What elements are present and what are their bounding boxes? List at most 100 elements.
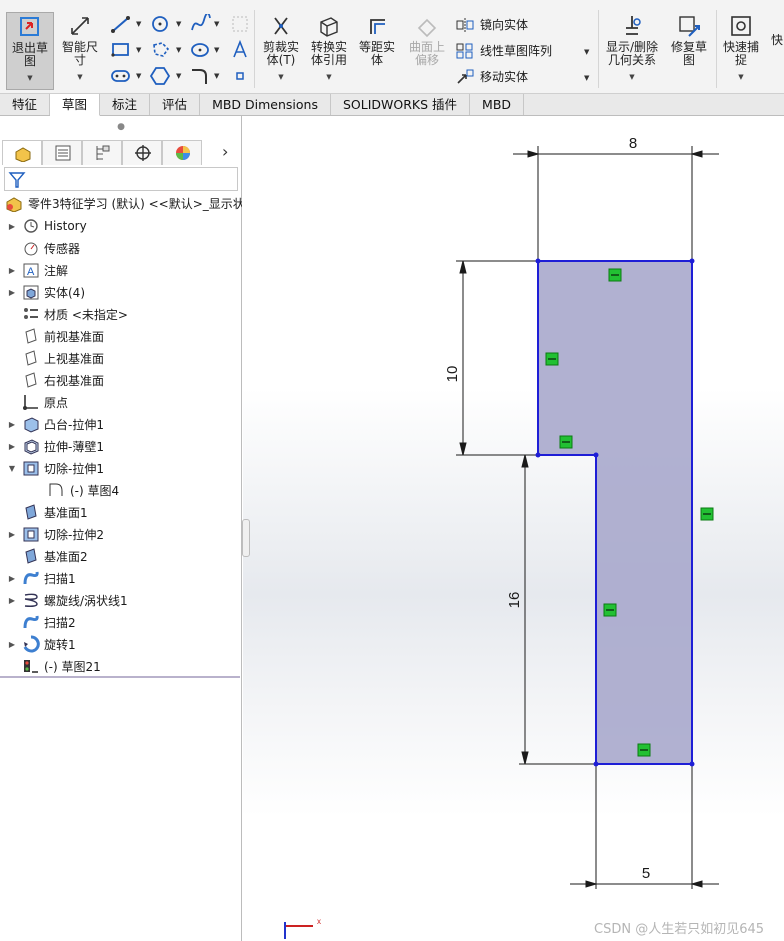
repair-sketch-button[interactable]: 修复草 图	[666, 14, 712, 67]
smart-dimension-dropdown[interactable]: ▼	[77, 71, 82, 84]
tab-solidworks-addins[interactable]: SOLIDWORKS 插件	[331, 94, 471, 115]
panel-grip[interactable]: ●	[0, 116, 242, 136]
point-tool-icon[interactable]	[230, 66, 252, 86]
quick-snaps-button[interactable]: 快速捕 捉 ▼	[718, 14, 764, 84]
expand-arrow-icon[interactable]: ▶	[6, 442, 18, 451]
tree-item[interactable]: ▶ 凸台-拉伸1	[0, 413, 242, 435]
tab-features[interactable]: 特征	[0, 94, 51, 115]
circle-tool-icon[interactable]	[150, 14, 172, 34]
rectangle-tool-icon[interactable]	[110, 40, 132, 60]
tree-item[interactable]: ▶ 扫描1	[0, 567, 242, 589]
expand-arrow-icon[interactable]: ▶	[6, 288, 18, 297]
part-root-node[interactable]: 零件3特征学习 (默认) <<默认>_显示状态	[4, 194, 242, 212]
dim-top-width[interactable]: 8	[629, 135, 637, 152]
linear-pattern-dropdown[interactable]: ▼	[584, 48, 589, 56]
tree-item[interactable]: 基准面1	[0, 501, 242, 523]
exit-sketch-dropdown[interactable]: ▼	[27, 72, 32, 85]
tree-item[interactable]: 扫描2	[0, 611, 242, 633]
tree-item[interactable]: ▶ 螺旋线/涡状线1	[0, 589, 242, 611]
slot-straight-dropdown[interactable]: ▼	[136, 72, 141, 80]
horizontal-relation-icon	[608, 268, 622, 282]
smart-dimension-button[interactable]: 智能尺 寸 ▼	[56, 14, 104, 84]
tree-item[interactable]: 右视基准面	[0, 369, 242, 391]
expand-arrow-icon[interactable]: ▶	[6, 420, 18, 429]
polygon-tool-icon[interactable]	[150, 66, 172, 86]
tab-mbd[interactable]: MBD	[470, 94, 525, 115]
sketch-profile[interactable]	[537, 260, 693, 765]
tree-item[interactable]: 原点	[0, 391, 242, 413]
tab-sketch[interactable]: 草图	[50, 94, 101, 116]
expand-arrow-icon[interactable]: ▶	[6, 574, 18, 583]
quick-snaps-dropdown[interactable]: ▼	[738, 71, 743, 84]
move-dropdown[interactable]: ▼	[584, 74, 589, 82]
fillet-tool-icon[interactable]	[190, 66, 212, 86]
tree-item[interactable]: 基准面2	[0, 545, 242, 567]
configurationmanager-tab[interactable]	[82, 140, 122, 165]
tree-item[interactable]: ▶ 旋转1	[0, 633, 242, 655]
dim-lower-height[interactable]: 16	[506, 592, 523, 609]
tree-item[interactable]: 材质 <未指定>	[0, 303, 242, 325]
tree-item[interactable]: ▶ 拉伸-薄壁1	[0, 435, 242, 457]
tree-item[interactable]: ▶ History	[0, 215, 242, 237]
offset-entities-icon	[365, 14, 389, 38]
slot-tool-dropdown[interactable]: ▼	[176, 46, 181, 54]
expand-arrow-icon[interactable]: ▶	[6, 640, 18, 649]
tree-item[interactable]: 前视基准面	[0, 325, 242, 347]
circle-tool-dropdown[interactable]: ▼	[176, 20, 181, 28]
exit-sketch-button[interactable]: 退出草 图 ▼	[6, 12, 54, 90]
rapid-sketch-button[interactable]: 快	[770, 34, 784, 47]
propertymanager-tab[interactable]	[42, 140, 82, 165]
tree-item[interactable]: ▼ 切除-拉伸1	[0, 457, 242, 479]
dim-left-height[interactable]: 10	[444, 366, 461, 383]
dim-bottom-width[interactable]: 5	[642, 865, 650, 882]
spline-tool-dropdown[interactable]: ▼	[214, 20, 219, 28]
trim-dropdown[interactable]: ▼	[278, 71, 283, 84]
mirror-entities-button[interactable]: 镜向实体	[456, 16, 528, 33]
tab-markup[interactable]: 标注	[100, 94, 151, 115]
tree-item[interactable]: ▶ 实体(4)	[0, 281, 242, 303]
expand-arrow-icon[interactable]: ▶	[6, 530, 18, 539]
display-relations-button[interactable]: 显示/删除 几何关系 ▼	[600, 14, 664, 84]
spline-tool-icon[interactable]	[190, 14, 212, 34]
line-tool-icon[interactable]	[110, 14, 132, 34]
ellipse-tool-icon[interactable]	[190, 40, 212, 60]
tree-item[interactable]: (-) 草图4	[0, 479, 242, 501]
tree-item[interactable]: ▶ A 注解	[0, 259, 242, 281]
display-manager-tab[interactable]	[162, 140, 202, 165]
horizontal-relation-icon	[637, 743, 651, 757]
collapse-arrow-icon[interactable]: ▼	[6, 464, 18, 473]
tree-item[interactable]: (-) 草图21	[0, 655, 242, 677]
rollback-bar[interactable]	[0, 676, 240, 678]
chevron-right-icon[interactable]: ›	[222, 142, 228, 161]
text-tool-icon[interactable]	[230, 40, 252, 60]
linear-pattern-button[interactable]: 线性草图阵列	[456, 42, 552, 59]
convert-dropdown[interactable]: ▼	[326, 71, 331, 84]
tree-item[interactable]: ▶ 切除-拉伸2	[0, 523, 242, 545]
vertical-relation-icon	[603, 603, 617, 617]
expand-arrow-icon[interactable]: ▶	[6, 222, 18, 231]
tab-mbd-dimensions[interactable]: MBD Dimensions	[200, 94, 331, 115]
convert-entities-button[interactable]: 转换实 体引用 ▼	[306, 14, 352, 84]
tab-evaluate[interactable]: 评估	[150, 94, 201, 115]
offset-entities-button[interactable]: 等距实 体	[354, 14, 400, 67]
featuremanager-tab[interactable]	[2, 140, 42, 165]
polygon-tool-dropdown[interactable]: ▼	[176, 72, 181, 80]
vertical-relation-icon	[700, 507, 714, 521]
tree-item[interactable]: 上视基准面	[0, 347, 242, 369]
tree-item[interactable]: 传感器	[0, 237, 242, 259]
move-entities-button[interactable]: 移动实体	[456, 68, 528, 85]
fillet-tool-dropdown[interactable]: ▼	[214, 72, 219, 80]
display-relations-dropdown[interactable]: ▼	[629, 71, 634, 84]
trim-entities-button[interactable]: 剪裁实 体(T) ▼	[258, 14, 304, 84]
slot-straight-icon[interactable]	[110, 66, 132, 86]
point-grid-icon[interactable]	[230, 14, 252, 34]
slot-tool-icon[interactable]	[150, 40, 172, 60]
graphics-area[interactable]: 8 10 16 5 x CSDN @人生若只如初见645	[242, 116, 784, 941]
tree-filter-field[interactable]	[4, 167, 238, 191]
expand-arrow-icon[interactable]: ▶	[6, 266, 18, 275]
expand-arrow-icon[interactable]: ▶	[6, 596, 18, 605]
rectangle-tool-dropdown[interactable]: ▼	[136, 46, 141, 54]
line-tool-dropdown[interactable]: ▼	[136, 20, 141, 28]
ellipse-tool-dropdown[interactable]: ▼	[214, 46, 219, 54]
dimxpert-tab[interactable]	[122, 140, 162, 165]
